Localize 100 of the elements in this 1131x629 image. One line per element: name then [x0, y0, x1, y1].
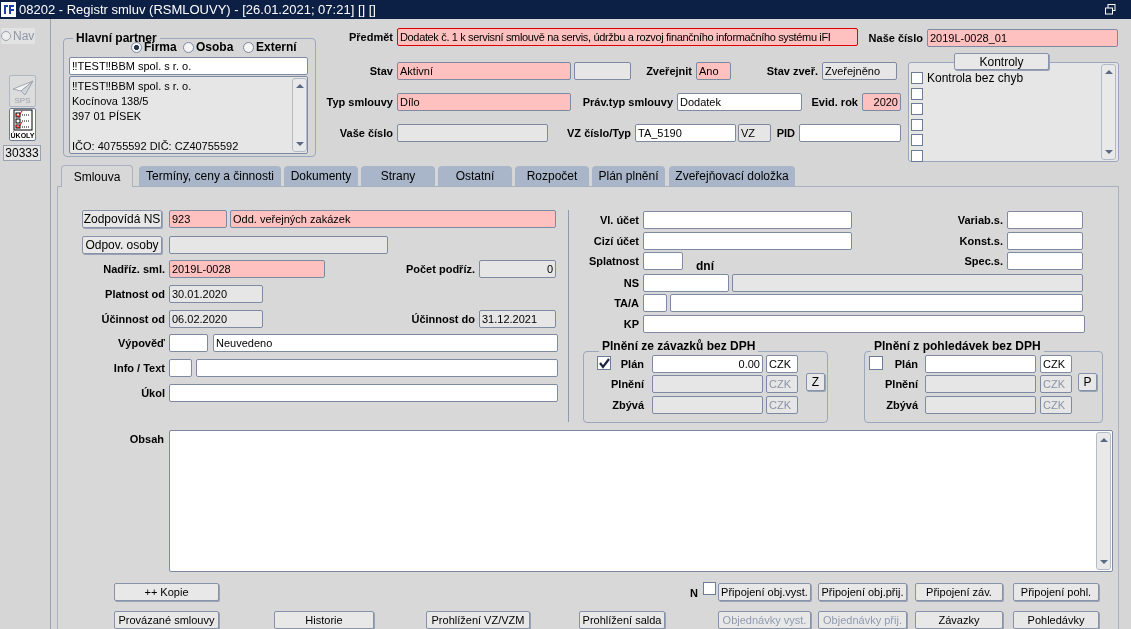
checkbox[interactable]: [911, 103, 923, 115]
input-field[interactable]: TA_5190: [635, 124, 736, 142]
input-field[interactable]: [169, 334, 208, 352]
button[interactable]: ++ Kopie: [114, 583, 219, 601]
input-field[interactable]: [169, 236, 388, 254]
checkbox[interactable]: [703, 582, 716, 595]
unit-label: dní: [696, 258, 714, 275]
button[interactable]: Pohledávky: [1013, 611, 1099, 629]
input-field[interactable]: 2019L-0028_01: [927, 29, 1118, 47]
scrollbar[interactable]: [1101, 64, 1116, 160]
radio-button[interactable]: Externí: [243, 40, 297, 54]
check-label: Kontrola bez chyb: [927, 71, 1024, 85]
button[interactable]: P: [1078, 373, 1097, 391]
button[interactable]: Připojení obj.přij.: [818, 583, 907, 601]
button[interactable]: Připojení obj.vyst.: [718, 583, 811, 601]
button[interactable]: Z: [806, 373, 825, 391]
button[interactable]: Provázané smlouvy: [114, 611, 219, 629]
tab[interactable]: Strany: [361, 166, 435, 186]
button[interactable]: Odpov. osoby: [82, 236, 162, 254]
input-field[interactable]: 923: [169, 210, 227, 228]
button[interactable]: Připojení pohl.: [1013, 583, 1099, 601]
button[interactable]: Prohlížení VZ/VZM: [426, 611, 530, 629]
input-field[interactable]: Ano: [696, 62, 731, 80]
scroll-up-icon[interactable]: [1104, 67, 1114, 77]
address-line: 397 01 PÍSEK: [72, 110, 142, 123]
input-field[interactable]: [643, 274, 729, 292]
scroll-down-icon[interactable]: [1099, 557, 1109, 567]
checkbox[interactable]: [911, 72, 923, 84]
input-field[interactable]: [397, 124, 548, 142]
input-field[interactable]: [643, 211, 852, 229]
field-label: KP: [623, 317, 639, 331]
input-field[interactable]: ‼TEST‼BBM spol. s r. o.: [69, 57, 308, 75]
input-field[interactable]: [1007, 232, 1083, 250]
input-field[interactable]: CZK: [1040, 355, 1072, 373]
input-field[interactable]: VZ: [738, 124, 771, 142]
input-field[interactable]: CZK: [766, 355, 798, 373]
button[interactable]: Kontroly: [954, 53, 1049, 70]
button[interactable]: Zodpovídá NS: [82, 210, 162, 228]
input-field[interactable]: [169, 384, 558, 402]
checkbox[interactable]: [597, 356, 611, 370]
input-field[interactable]: 0.00: [652, 355, 763, 373]
input-field[interactable]: [652, 396, 763, 414]
field-label: PID: [776, 126, 795, 140]
field-label: Cizí účet: [593, 234, 639, 248]
input-field[interactable]: Odd. veřejných zakázek: [230, 210, 556, 228]
scroll-down-icon[interactable]: [1104, 147, 1114, 157]
input-field[interactable]: Dílo: [397, 93, 571, 111]
field-label: Výpověď: [117, 336, 165, 350]
input-field[interactable]: Aktivní: [397, 62, 571, 80]
radio-button[interactable]: Osoba: [183, 40, 234, 54]
input-field[interactable]: [925, 375, 1036, 393]
tab[interactable]: Termíny, ceny a činnosti: [139, 166, 281, 186]
input-field[interactable]: 0: [479, 260, 556, 278]
scroll-up-icon[interactable]: [1099, 435, 1109, 445]
input-field[interactable]: [925, 396, 1036, 414]
input-field[interactable]: [574, 62, 631, 80]
tab[interactable]: Smlouva: [61, 165, 133, 187]
button[interactable]: Závazky: [915, 611, 1003, 629]
checkbox[interactable]: [869, 356, 883, 370]
tab[interactable]: Plán plnění: [592, 166, 665, 186]
input-field[interactable]: Zveřejněno: [822, 62, 897, 80]
tab[interactable]: Ostatní: [438, 166, 512, 186]
input-field[interactable]: Dodatek: [677, 93, 802, 111]
record-count: 30333: [3, 145, 41, 161]
input-field[interactable]: [652, 375, 763, 393]
checklist-icon: [12, 109, 33, 131]
input-field[interactable]: [925, 355, 1036, 373]
input-field[interactable]: [1007, 211, 1083, 229]
button[interactable]: Prohlížení salda: [579, 611, 665, 629]
input-field[interactable]: [643, 252, 683, 270]
tab[interactable]: Dokumenty: [284, 166, 358, 186]
scroll-up-icon[interactable]: [295, 81, 305, 91]
input-field[interactable]: Neuvedeno: [213, 334, 558, 352]
input-field[interactable]: [670, 294, 1083, 312]
field-label: NS: [623, 276, 639, 290]
restore-icon[interactable]: [1105, 4, 1116, 15]
scrollbar[interactable]: [292, 78, 307, 152]
scroll-down-icon[interactable]: [295, 139, 305, 149]
tab[interactable]: Rozpočet: [515, 166, 589, 186]
button[interactable]: Historie: [274, 611, 374, 629]
input-field[interactable]: 2020: [862, 93, 901, 111]
input-field[interactable]: [169, 359, 192, 377]
input-field[interactable]: [643, 294, 667, 312]
input-field[interactable]: 31.12.2021: [479, 310, 556, 328]
input-field[interactable]: [1007, 252, 1083, 270]
button[interactable]: Připojení záv.: [915, 583, 1003, 601]
input-field[interactable]: 2019L-0028: [169, 260, 325, 278]
input-field[interactable]: [732, 274, 1083, 292]
input-field[interactable]: [643, 232, 852, 250]
input-field[interactable]: 06.02.2020: [169, 310, 263, 328]
scrollbar[interactable]: [1096, 432, 1111, 570]
field-label: VZ číslo/Typ: [567, 126, 631, 140]
input-field[interactable]: [799, 124, 901, 142]
window-title: 08202 - Registr smluv (RSMLOUVY) - [26.01.2021; 07:21] [] []: [19, 1, 376, 19]
input-field[interactable]: [196, 359, 558, 377]
input-field[interactable]: 30.01.2020: [169, 285, 263, 303]
checkbox[interactable]: [911, 134, 923, 146]
input-field[interactable]: [643, 315, 1085, 333]
tab[interactable]: Zveřejňovací doložka: [669, 166, 795, 186]
input-field[interactable]: Dodatek č. 1 k servisní smlouvě na servis, údržbu a rozvoj finančního informačního systému iFI: [397, 28, 858, 46]
